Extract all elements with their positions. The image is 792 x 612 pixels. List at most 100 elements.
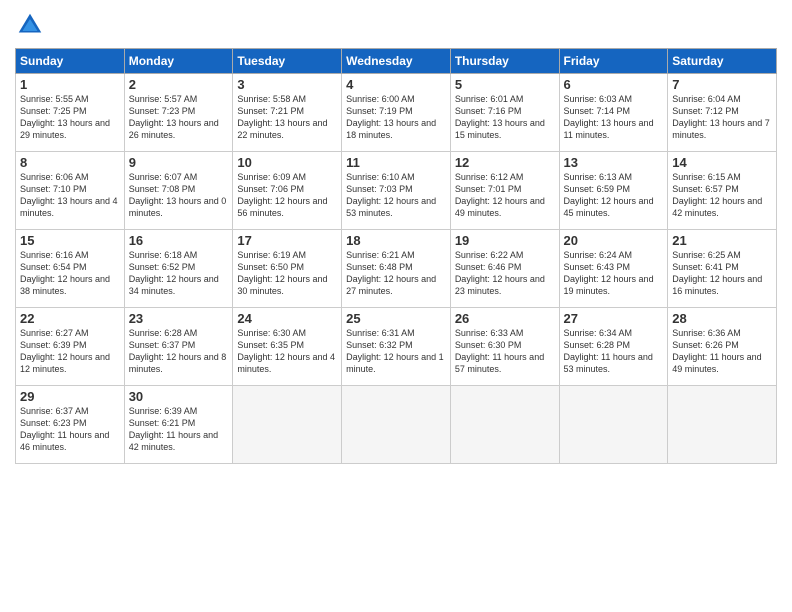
logo (15, 10, 49, 40)
col-thursday: Thursday (450, 49, 559, 74)
day-number: 13 (564, 155, 664, 170)
day-info: Sunrise: 6:16 AM Sunset: 6:54 PM Dayligh… (20, 249, 120, 298)
table-row: 17Sunrise: 6:19 AM Sunset: 6:50 PM Dayli… (233, 230, 342, 308)
table-row: 11Sunrise: 6:10 AM Sunset: 7:03 PM Dayli… (342, 152, 451, 230)
day-number: 9 (129, 155, 229, 170)
calendar-body: 1Sunrise: 5:55 AM Sunset: 7:25 PM Daylig… (16, 74, 777, 464)
table-row: 4Sunrise: 6:00 AM Sunset: 7:19 PM Daylig… (342, 74, 451, 152)
day-number: 3 (237, 77, 337, 92)
day-info: Sunrise: 6:30 AM Sunset: 6:35 PM Dayligh… (237, 327, 337, 376)
day-info: Sunrise: 5:55 AM Sunset: 7:25 PM Dayligh… (20, 93, 120, 142)
day-number: 14 (672, 155, 772, 170)
day-number: 12 (455, 155, 555, 170)
day-info: Sunrise: 5:57 AM Sunset: 7:23 PM Dayligh… (129, 93, 229, 142)
col-saturday: Saturday (668, 49, 777, 74)
day-info: Sunrise: 6:21 AM Sunset: 6:48 PM Dayligh… (346, 249, 446, 298)
day-number: 11 (346, 155, 446, 170)
table-row: 23Sunrise: 6:28 AM Sunset: 6:37 PM Dayli… (124, 308, 233, 386)
table-row: 8Sunrise: 6:06 AM Sunset: 7:10 PM Daylig… (16, 152, 125, 230)
day-info: Sunrise: 6:12 AM Sunset: 7:01 PM Dayligh… (455, 171, 555, 220)
day-number: 21 (672, 233, 772, 248)
col-sunday: Sunday (16, 49, 125, 74)
day-info: Sunrise: 6:06 AM Sunset: 7:10 PM Dayligh… (20, 171, 120, 220)
table-row: 3Sunrise: 5:58 AM Sunset: 7:21 PM Daylig… (233, 74, 342, 152)
day-number: 7 (672, 77, 772, 92)
day-number: 26 (455, 311, 555, 326)
day-number: 16 (129, 233, 229, 248)
day-number: 10 (237, 155, 337, 170)
day-info: Sunrise: 6:10 AM Sunset: 7:03 PM Dayligh… (346, 171, 446, 220)
day-info: Sunrise: 6:28 AM Sunset: 6:37 PM Dayligh… (129, 327, 229, 376)
col-friday: Friday (559, 49, 668, 74)
day-number: 2 (129, 77, 229, 92)
day-info: Sunrise: 6:19 AM Sunset: 6:50 PM Dayligh… (237, 249, 337, 298)
header-row: Sunday Monday Tuesday Wednesday Thursday… (16, 49, 777, 74)
day-info: Sunrise: 6:00 AM Sunset: 7:19 PM Dayligh… (346, 93, 446, 142)
table-row: 16Sunrise: 6:18 AM Sunset: 6:52 PM Dayli… (124, 230, 233, 308)
day-number: 28 (672, 311, 772, 326)
day-info: Sunrise: 6:37 AM Sunset: 6:23 PM Dayligh… (20, 405, 120, 454)
day-info: Sunrise: 6:27 AM Sunset: 6:39 PM Dayligh… (20, 327, 120, 376)
day-number: 25 (346, 311, 446, 326)
table-row: 30Sunrise: 6:39 AM Sunset: 6:21 PM Dayli… (124, 386, 233, 464)
col-wednesday: Wednesday (342, 49, 451, 74)
table-row: 9Sunrise: 6:07 AM Sunset: 7:08 PM Daylig… (124, 152, 233, 230)
table-row: 7Sunrise: 6:04 AM Sunset: 7:12 PM Daylig… (668, 74, 777, 152)
day-info: Sunrise: 6:09 AM Sunset: 7:06 PM Dayligh… (237, 171, 337, 220)
day-number: 17 (237, 233, 337, 248)
day-info: Sunrise: 6:31 AM Sunset: 6:32 PM Dayligh… (346, 327, 446, 376)
day-number: 22 (20, 311, 120, 326)
logo-icon (15, 10, 45, 40)
calendar-page: Sunday Monday Tuesday Wednesday Thursday… (0, 0, 792, 612)
calendar-table: Sunday Monday Tuesday Wednesday Thursday… (15, 48, 777, 464)
day-info: Sunrise: 6:24 AM Sunset: 6:43 PM Dayligh… (564, 249, 664, 298)
day-info: Sunrise: 6:13 AM Sunset: 6:59 PM Dayligh… (564, 171, 664, 220)
day-number: 6 (564, 77, 664, 92)
table-row: 15Sunrise: 6:16 AM Sunset: 6:54 PM Dayli… (16, 230, 125, 308)
table-row: 22Sunrise: 6:27 AM Sunset: 6:39 PM Dayli… (16, 308, 125, 386)
table-row: 5Sunrise: 6:01 AM Sunset: 7:16 PM Daylig… (450, 74, 559, 152)
day-info: Sunrise: 6:03 AM Sunset: 7:14 PM Dayligh… (564, 93, 664, 142)
day-number: 18 (346, 233, 446, 248)
day-info: Sunrise: 6:04 AM Sunset: 7:12 PM Dayligh… (672, 93, 772, 142)
day-info: Sunrise: 6:34 AM Sunset: 6:28 PM Dayligh… (564, 327, 664, 376)
day-number: 5 (455, 77, 555, 92)
day-number: 27 (564, 311, 664, 326)
table-row: 13Sunrise: 6:13 AM Sunset: 6:59 PM Dayli… (559, 152, 668, 230)
table-row: 10Sunrise: 6:09 AM Sunset: 7:06 PM Dayli… (233, 152, 342, 230)
day-info: Sunrise: 6:33 AM Sunset: 6:30 PM Dayligh… (455, 327, 555, 376)
table-row (450, 386, 559, 464)
table-row: 2Sunrise: 5:57 AM Sunset: 7:23 PM Daylig… (124, 74, 233, 152)
day-number: 4 (346, 77, 446, 92)
table-row: 29Sunrise: 6:37 AM Sunset: 6:23 PM Dayli… (16, 386, 125, 464)
day-number: 15 (20, 233, 120, 248)
table-row: 28Sunrise: 6:36 AM Sunset: 6:26 PM Dayli… (668, 308, 777, 386)
day-info: Sunrise: 6:01 AM Sunset: 7:16 PM Dayligh… (455, 93, 555, 142)
table-row: 6Sunrise: 6:03 AM Sunset: 7:14 PM Daylig… (559, 74, 668, 152)
table-row (668, 386, 777, 464)
table-row (342, 386, 451, 464)
table-row: 19Sunrise: 6:22 AM Sunset: 6:46 PM Dayli… (450, 230, 559, 308)
table-row: 21Sunrise: 6:25 AM Sunset: 6:41 PM Dayli… (668, 230, 777, 308)
day-number: 8 (20, 155, 120, 170)
day-info: Sunrise: 6:07 AM Sunset: 7:08 PM Dayligh… (129, 171, 229, 220)
table-row: 26Sunrise: 6:33 AM Sunset: 6:30 PM Dayli… (450, 308, 559, 386)
day-info: Sunrise: 6:22 AM Sunset: 6:46 PM Dayligh… (455, 249, 555, 298)
day-number: 19 (455, 233, 555, 248)
table-row: 1Sunrise: 5:55 AM Sunset: 7:25 PM Daylig… (16, 74, 125, 152)
day-number: 29 (20, 389, 120, 404)
day-info: Sunrise: 6:18 AM Sunset: 6:52 PM Dayligh… (129, 249, 229, 298)
header (15, 10, 777, 40)
day-number: 30 (129, 389, 229, 404)
day-number: 1 (20, 77, 120, 92)
day-info: Sunrise: 6:15 AM Sunset: 6:57 PM Dayligh… (672, 171, 772, 220)
col-tuesday: Tuesday (233, 49, 342, 74)
table-row: 25Sunrise: 6:31 AM Sunset: 6:32 PM Dayli… (342, 308, 451, 386)
day-number: 23 (129, 311, 229, 326)
col-monday: Monday (124, 49, 233, 74)
day-info: Sunrise: 6:36 AM Sunset: 6:26 PM Dayligh… (672, 327, 772, 376)
table-row: 20Sunrise: 6:24 AM Sunset: 6:43 PM Dayli… (559, 230, 668, 308)
day-info: Sunrise: 6:39 AM Sunset: 6:21 PM Dayligh… (129, 405, 229, 454)
table-row: 12Sunrise: 6:12 AM Sunset: 7:01 PM Dayli… (450, 152, 559, 230)
table-row: 14Sunrise: 6:15 AM Sunset: 6:57 PM Dayli… (668, 152, 777, 230)
